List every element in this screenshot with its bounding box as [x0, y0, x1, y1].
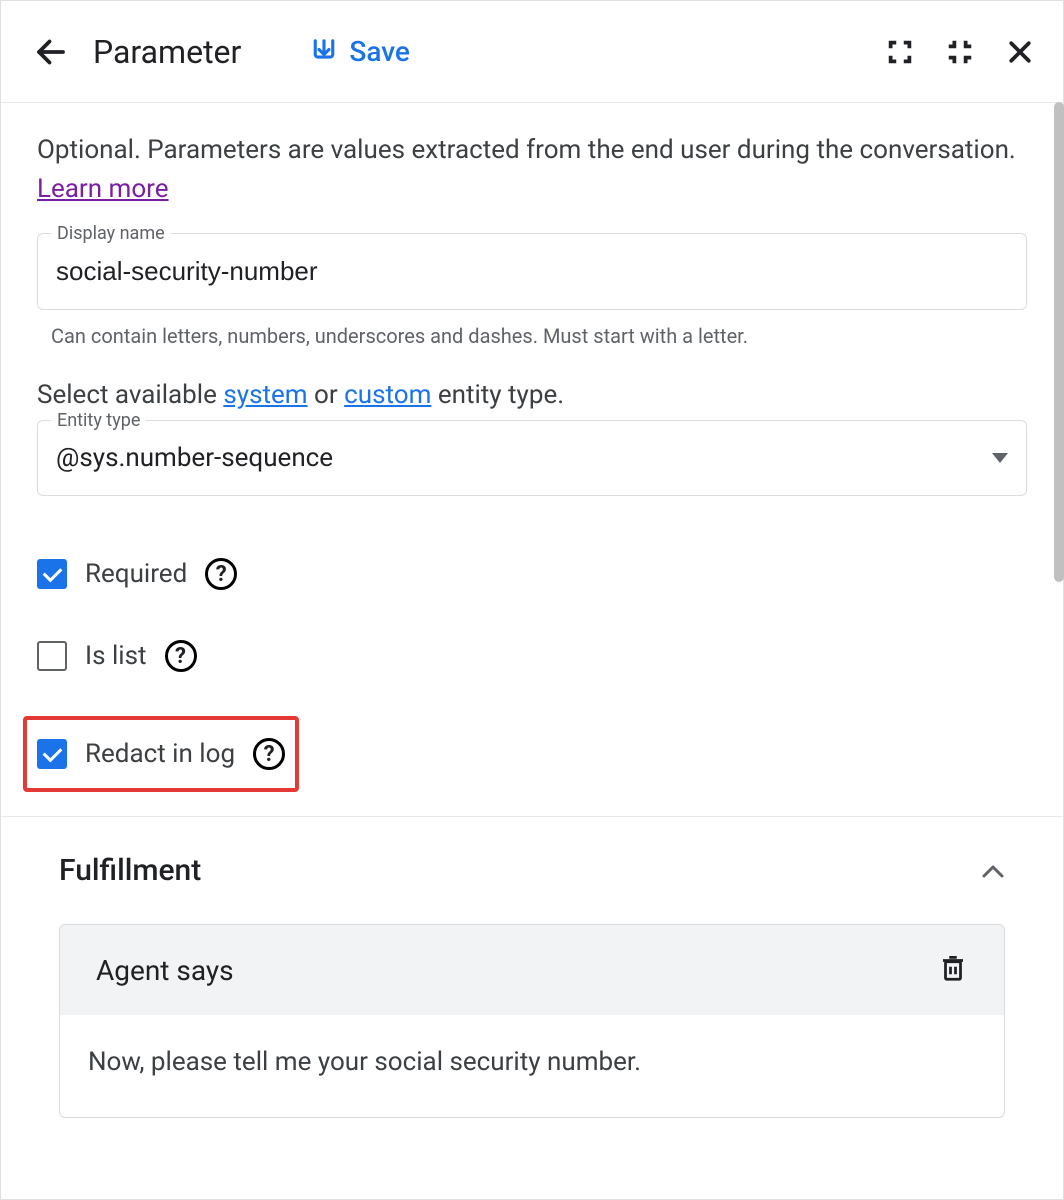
is-list-option: Is list ?	[37, 634, 1027, 678]
entity-type-select[interactable]: @sys.number-sequence	[37, 420, 1027, 496]
entity-type-label: Entity type	[51, 410, 146, 431]
display-name-field: Display name	[37, 233, 1027, 310]
redact-checkbox[interactable]	[37, 739, 67, 769]
entity-type-field: Entity type @sys.number-sequence	[37, 420, 1027, 496]
fullscreen-enter-button[interactable]	[885, 37, 915, 67]
back-button[interactable]	[29, 30, 73, 74]
close-button[interactable]	[1005, 37, 1035, 67]
required-label: Required	[85, 559, 187, 589]
agent-says-label: Agent says	[96, 954, 234, 987]
redact-label: Redact in log	[85, 739, 235, 769]
content-area: Optional. Parameters are values extracte…	[1, 103, 1063, 1199]
system-entity-link[interactable]: system	[223, 380, 307, 410]
delete-agent-says-button[interactable]	[938, 951, 968, 989]
entity-type-value: @sys.number-sequence	[56, 443, 333, 473]
header: Parameter Save	[1, 1, 1063, 103]
entity-prompt: Select available system or custom entity…	[37, 380, 1027, 410]
description-text: Optional. Parameters are values extracte…	[37, 131, 1027, 209]
save-icon	[309, 37, 339, 67]
required-option: Required ?	[37, 552, 1027, 596]
custom-entity-link[interactable]: custom	[344, 380, 431, 410]
display-name-label: Display name	[51, 223, 171, 244]
is-list-help-icon[interactable]: ?	[165, 640, 197, 672]
redact-help-icon[interactable]: ?	[253, 738, 285, 770]
chevron-up-icon	[981, 863, 1005, 879]
fullscreen-exit-icon	[945, 37, 975, 67]
required-checkbox[interactable]	[37, 559, 67, 589]
page-title: Parameter	[93, 33, 241, 71]
redact-highlight: Redact in log ?	[23, 716, 299, 792]
fullscreen-exit-button[interactable]	[945, 37, 975, 67]
agent-says-header: Agent says	[60, 925, 1004, 1015]
is-list-checkbox[interactable]	[37, 641, 67, 671]
is-list-label: Is list	[85, 641, 147, 671]
close-icon	[1005, 37, 1035, 67]
trash-icon	[938, 951, 968, 985]
arrow-left-icon	[33, 34, 69, 70]
save-button[interactable]: Save	[309, 35, 410, 68]
required-help-icon[interactable]: ?	[205, 558, 237, 590]
redact-option: Redact in log ?	[37, 732, 285, 776]
dropdown-arrow-icon	[992, 453, 1008, 463]
display-name-input[interactable]	[37, 233, 1027, 310]
save-label: Save	[349, 35, 410, 68]
learn-more-link[interactable]: Learn more	[37, 174, 169, 204]
agent-says-text[interactable]: Now, please tell me your social security…	[60, 1015, 1004, 1117]
display-name-helper: Can contain letters, numbers, underscore…	[37, 318, 1027, 348]
fullscreen-enter-icon	[885, 37, 915, 67]
fulfillment-section-header[interactable]: Fulfillment	[37, 817, 1027, 924]
scrollbar-thumb[interactable]	[1054, 102, 1064, 582]
agent-says-card: Agent says Now, please tell me your soci…	[59, 924, 1005, 1118]
fulfillment-title: Fulfillment	[59, 853, 201, 888]
